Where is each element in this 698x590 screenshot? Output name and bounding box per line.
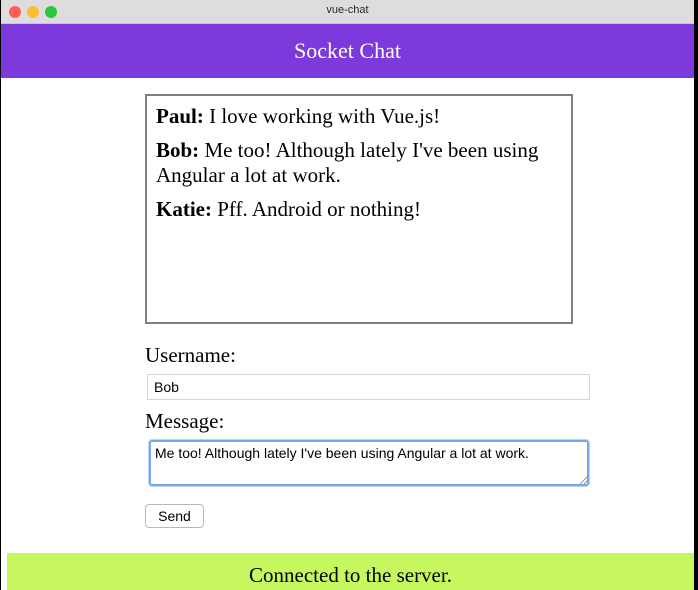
chat-message: Paul: I love working with Vue.js! — [156, 104, 561, 129]
message-text: Pff. Android or nothing! — [211, 197, 422, 221]
message-text: I love working with Vue.js! — [203, 104, 441, 128]
browser-window: vue-chat Socket Chat Paul: I love workin… — [0, 0, 694, 590]
message-username: Katie: — [156, 197, 212, 221]
message-username: Bob: — [156, 138, 200, 162]
textarea-resize-handle[interactable] — [580, 476, 588, 484]
chat-message: Katie: Pff. Android or nothing! — [156, 197, 561, 222]
app-header: Socket Chat — [1, 24, 694, 78]
chat-message: Bob: Me too! Although lately I've been u… — [156, 138, 561, 188]
message-text: Me too! Although lately I've been using … — [156, 138, 539, 187]
message-username: Paul: — [156, 104, 204, 128]
connection-status-bar: Connected to the server. — [7, 553, 694, 590]
username-label: Username: — [145, 343, 236, 367]
chat-message-list[interactable]: Paul: I love working with Vue.js! Bob: M… — [145, 94, 573, 324]
message-textarea[interactable]: Me too! Although lately I've been using … — [148, 439, 590, 487]
window-titlebar: vue-chat — [1, 0, 694, 24]
send-button[interactable]: Send — [145, 504, 204, 528]
message-label: Message: — [145, 409, 225, 433]
window-title: vue-chat — [326, 4, 369, 16]
username-input[interactable]: Bob — [147, 374, 590, 400]
